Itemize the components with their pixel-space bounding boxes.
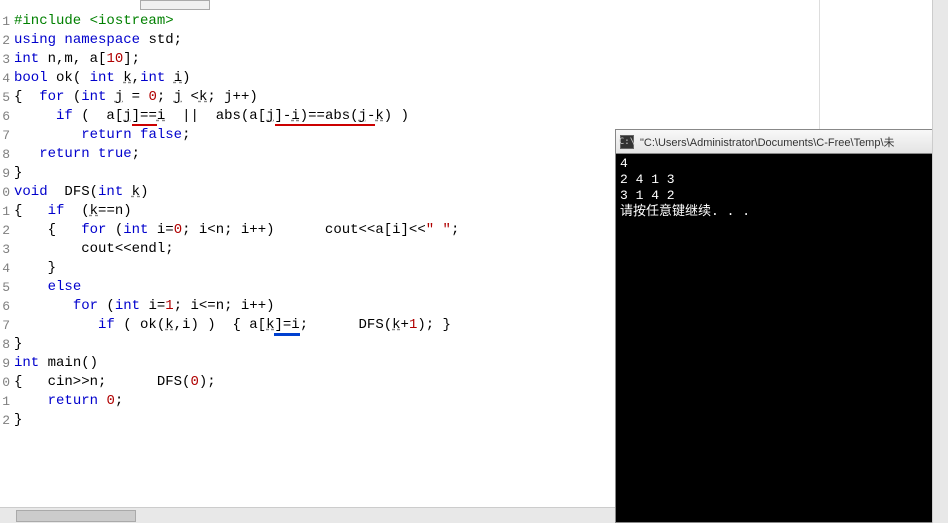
code-line[interactable]: 9} <box>0 164 459 183</box>
line-number: 6 <box>0 297 12 316</box>
console-titlebar[interactable]: C:\ "C:\Users\Administrator\Documents\C-… <box>616 130 947 154</box>
line-number: 0 <box>0 183 12 202</box>
line-number: 8 <box>0 335 12 354</box>
code-text[interactable]: { cin>>n; DFS(0); <box>12 373 216 392</box>
code-text[interactable]: { for (int i=0; i<n; i++) cout<<a[i]<<" … <box>12 221 459 240</box>
code-text[interactable]: return 0; <box>12 392 123 411</box>
console-window[interactable]: C:\ "C:\Users\Administrator\Documents\C-… <box>615 129 948 523</box>
code-line[interactable]: 8} <box>0 335 459 354</box>
code-line[interactable]: 7 if ( ok(k,i) ) { a[k]=i; DFS(k+1); } <box>0 316 459 335</box>
console-icon: C:\ <box>620 135 634 149</box>
code-line[interactable]: 1{ if (k==n) <box>0 202 459 221</box>
code-line[interactable]: 5 else <box>0 278 459 297</box>
code-text[interactable]: } <box>12 335 22 354</box>
line-number: 3 <box>0 240 12 259</box>
code-text[interactable]: int n,m, a[10]; <box>12 50 140 69</box>
line-number: 4 <box>0 69 12 88</box>
code-line[interactable]: 7 return false; <box>0 126 459 145</box>
code-text[interactable]: #include <iostream> <box>12 12 174 31</box>
code-text[interactable]: cout<<endl; <box>12 240 174 259</box>
code-line[interactable]: 2 { for (int i=0; i<n; i++) cout<<a[i]<<… <box>0 221 459 240</box>
code-text[interactable]: else <box>12 278 81 297</box>
toolbar-dropdown-fragment[interactable] <box>140 0 210 10</box>
code-text[interactable]: if ( a[j]==i || abs(a[j]-i)==abs(j-k) ) <box>12 107 409 126</box>
line-number: 3 <box>0 50 12 69</box>
code-line[interactable]: 0void DFS(int k) <box>0 183 459 202</box>
code-line[interactable]: 3int n,m, a[10]; <box>0 50 459 69</box>
code-text[interactable]: return true; <box>12 145 140 164</box>
console-title: "C:\Users\Administrator\Documents\C-Free… <box>640 134 895 150</box>
code-line[interactable]: 2using namespace std; <box>0 31 459 50</box>
line-number: 2 <box>0 31 12 50</box>
code-area[interactable]: 1#include <iostream>2using namespace std… <box>0 12 459 430</box>
code-text[interactable]: return false; <box>12 126 190 145</box>
line-number: 4 <box>0 259 12 278</box>
code-text[interactable]: } <box>12 164 22 183</box>
console-output: 4 2 4 1 3 3 1 4 2 请按任意键继续. . . <box>616 154 947 222</box>
code-text[interactable]: } <box>12 259 56 278</box>
code-line[interactable]: 6 for (int i=1; i<=n; i++) <box>0 297 459 316</box>
line-number: 1 <box>0 12 12 31</box>
line-number: 9 <box>0 164 12 183</box>
code-line[interactable]: 8 return true; <box>0 145 459 164</box>
code-line[interactable]: 1#include <iostream> <box>0 12 459 31</box>
code-line[interactable]: 0{ cin>>n; DFS(0); <box>0 373 459 392</box>
line-number: 7 <box>0 126 12 145</box>
code-line[interactable]: 4bool ok( int k,int i) <box>0 69 459 88</box>
code-text[interactable]: void DFS(int k) <box>12 183 148 202</box>
line-number: 9 <box>0 354 12 373</box>
code-text[interactable]: } <box>12 411 22 430</box>
code-line[interactable]: 1 return 0; <box>0 392 459 411</box>
line-number: 7 <box>0 316 12 335</box>
line-number: 2 <box>0 221 12 240</box>
code-text[interactable]: int main() <box>12 354 98 373</box>
code-text[interactable]: { for (int j = 0; j <k; j++) <box>12 88 258 107</box>
line-number: 1 <box>0 392 12 411</box>
code-line[interactable]: 3 cout<<endl; <box>0 240 459 259</box>
code-text[interactable]: if ( ok(k,i) ) { a[k]=i; DFS(k+1); } <box>12 316 451 335</box>
code-line[interactable]: 6 if ( a[j]==i || abs(a[j]-i)==abs(j-k) … <box>0 107 459 126</box>
code-text[interactable]: { if (k==n) <box>12 202 132 221</box>
code-text[interactable]: using namespace std; <box>12 31 182 50</box>
code-text[interactable]: for (int i=1; i<=n; i++) <box>12 297 275 316</box>
line-number: 5 <box>0 88 12 107</box>
scrollbar-thumb[interactable] <box>16 510 136 522</box>
code-text[interactable]: bool ok( int k,int i) <box>12 69 191 88</box>
vertical-scrollbar[interactable] <box>932 0 948 523</box>
line-number: 1 <box>0 202 12 221</box>
code-line[interactable]: 5{ for (int j = 0; j <k; j++) <box>0 88 459 107</box>
line-number: 6 <box>0 107 12 126</box>
line-number: 8 <box>0 145 12 164</box>
code-line[interactable]: 4 } <box>0 259 459 278</box>
line-number: 2 <box>0 411 12 430</box>
code-line[interactable]: 2} <box>0 411 459 430</box>
line-number: 0 <box>0 373 12 392</box>
code-line[interactable]: 9int main() <box>0 354 459 373</box>
line-number: 5 <box>0 278 12 297</box>
